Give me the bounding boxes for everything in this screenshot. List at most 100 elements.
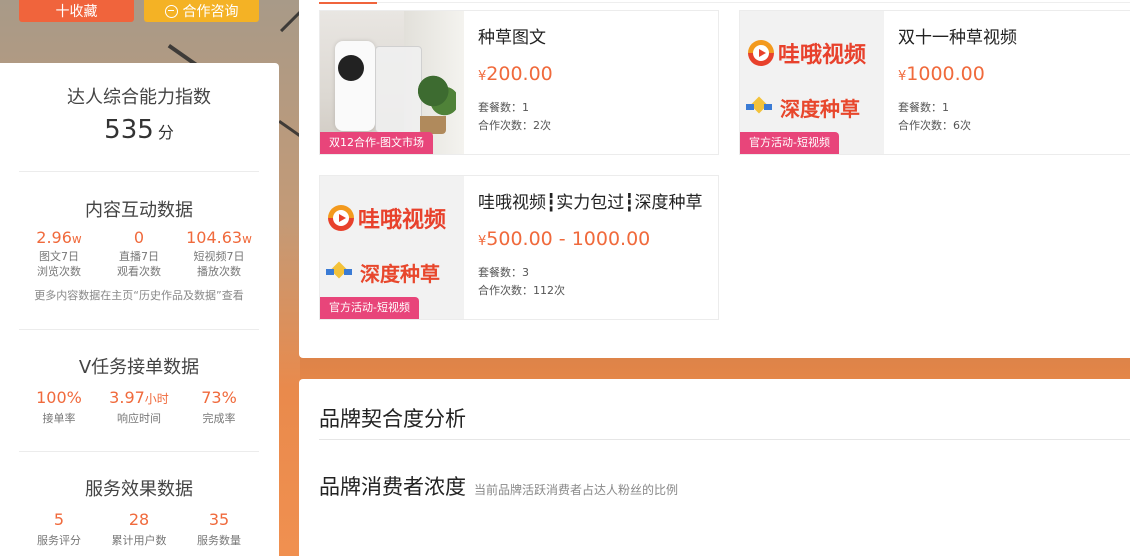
stat-response-time: 3.97小时 响应时间 [99, 388, 179, 426]
package-image: 哇哦视频 深度种草 官方活动-短视频 [740, 11, 884, 154]
stat-label: 图文7日 [39, 250, 79, 263]
package-card[interactable]: 哇哦视频 深度种草 官方活动-短视频 双十一种草视频 ¥1000.00 套餐数：… [739, 10, 1130, 155]
chat-icon [164, 4, 178, 18]
package-name[interactable]: 哇哦视频┇实力包过┇深度种草 [478, 188, 702, 213]
package-tag: 双12合作-图文市场 [320, 132, 433, 154]
stat-label: 累计用户数 [111, 534, 167, 547]
stat-unit: 小时 [144, 392, 169, 406]
stat-label: 短视频7日 [193, 250, 245, 263]
package-tag: 官方活动-短视频 [320, 297, 419, 319]
logo-text: 深度种草 [780, 97, 860, 121]
meta-value: 1 [522, 101, 529, 114]
influencer-stats-panel: 达人综合能力指数 535 分 内容互动数据 2.96w 图文7日 浏览次数 0 直… [0, 63, 279, 556]
wahe-video-logo: 哇哦视频 [328, 202, 446, 234]
consumer-density-heading: 品牌消费者浓度 当前品牌活跃消费者占达人粉丝的比例 [319, 471, 678, 501]
meta-label: 合作次数： [898, 119, 953, 132]
package-card[interactable]: 双12合作-图文市场 种草图文 ¥200.00 套餐数：1 合作次数：2次 [319, 10, 719, 155]
logo-text: 哇哦视频 [358, 208, 447, 233]
ability-score-value: 535 [104, 115, 154, 145]
consult-button-label: 合作咨询 [182, 4, 239, 20]
content-interaction-section: 内容互动数据 2.96w 图文7日 浏览次数 0 直播7日 观看次数 104.6… [19, 196, 259, 303]
tab-underline [319, 2, 1130, 3]
stat-label: 服务评分 [37, 534, 81, 547]
package-name[interactable]: 双十一种草视频 [898, 23, 1017, 48]
stat-value: 100% [36, 388, 82, 407]
divider [19, 451, 259, 452]
package-count: 套餐数：1 [898, 99, 949, 115]
consult-button[interactable]: 合作咨询 [144, 0, 259, 22]
shendu-zhongcao-logo: 深度种草 [746, 93, 860, 122]
meta-label: 套餐数： [478, 101, 522, 114]
wahe-video-logo: 哇哦视频 [748, 37, 866, 69]
stat-total-users: 28 累计用户数 [99, 510, 179, 548]
tab-active-indicator [319, 2, 377, 4]
package-count: 套餐数：3 [478, 264, 529, 280]
stat-unit: w [242, 232, 252, 246]
service-data-section: 服务效果数据 5 服务评分 28 累计用户数 35 服务数量 [19, 475, 259, 548]
stat-completion-rate: 73% 完成率 [179, 388, 259, 426]
stat-value: 35 [208, 510, 230, 529]
stat-label: 浏览次数 [37, 265, 81, 278]
stat-value: 73% [201, 388, 237, 407]
package-price: ¥200.00 [478, 63, 553, 85]
play-icon [328, 205, 354, 231]
service-data-title: 服务效果数据 [85, 479, 193, 500]
meta-value: 6次 [953, 119, 971, 132]
package-image: 哇哦视频 深度种草 官方活动-短视频 [320, 176, 464, 319]
stat-service-score: 5 服务评分 [19, 510, 99, 548]
stat-video-plays: 104.63w 短视频7日 播放次数 [179, 228, 259, 279]
stat-service-count: 35 服务数量 [179, 510, 259, 548]
ability-score-unit: 分 [157, 123, 174, 142]
stat-live-views: 0 直播7日 观看次数 [99, 228, 179, 279]
collect-button[interactable]: 十收藏 [19, 0, 134, 22]
stat-unit: w [71, 232, 82, 246]
package-coop-count: 合作次数：2次 [478, 117, 551, 133]
package-name[interactable]: 种草图文 [478, 23, 546, 48]
meta-value: 112次 [533, 284, 565, 297]
consumer-density-note: 当前品牌活跃消费者占达人粉丝的比例 [474, 483, 679, 497]
ability-section: 达人综合能力指数 535 分 [19, 83, 259, 145]
stat-image-text-views: 2.96w 图文7日 浏览次数 [19, 228, 99, 279]
divider [19, 329, 259, 330]
price-value: 500.00 - 1000.00 [486, 228, 651, 250]
diamond-icon [746, 101, 772, 115]
price-value: 200.00 [486, 63, 553, 85]
meta-value: 3 [522, 266, 529, 279]
logo-text: 深度种草 [360, 262, 440, 286]
stat-label: 接单率 [42, 412, 76, 425]
stat-label: 直播7日 [119, 250, 159, 263]
package-price: ¥500.00 - 1000.00 [478, 228, 650, 250]
brand-fit-card: 品牌契合度分析 品牌消费者浓度 当前品牌活跃消费者占达人粉丝的比例 [299, 379, 1130, 556]
divider [319, 439, 1130, 440]
stat-accept-rate: 100% 接单率 [19, 388, 99, 426]
stat-label: 响应时间 [117, 412, 161, 425]
stat-label: 完成率 [202, 412, 236, 425]
meta-value: 1 [942, 101, 949, 114]
package-image: 双12合作-图文市场 [320, 11, 464, 154]
shendu-zhongcao-logo: 深度种草 [326, 258, 440, 287]
stat-value: 5 [53, 510, 65, 529]
package-tag: 官方活动-短视频 [740, 132, 839, 154]
package-coop-count: 合作次数：6次 [898, 117, 971, 133]
stat-value: 0 [133, 228, 145, 247]
diamond-icon [326, 266, 352, 280]
package-count: 套餐数：1 [478, 99, 529, 115]
stat-label: 播放次数 [197, 265, 241, 278]
task-data-section: V任务接单数据 100% 接单率 3.97小时 响应时间 73% 完成率 [19, 353, 259, 426]
price-value: 1000.00 [906, 63, 985, 85]
package-card[interactable]: 哇哦视频 深度种草 官方活动-短视频 哇哦视频┇实力包过┇深度种草 ¥500.0… [319, 175, 719, 320]
stat-value: 104.63 [186, 228, 243, 247]
meta-label: 合作次数： [478, 284, 533, 297]
stat-label: 观看次数 [117, 265, 161, 278]
consumer-density-title: 品牌消费者浓度 [319, 475, 466, 499]
task-data-title: V任务接单数据 [78, 357, 200, 378]
content-interaction-title: 内容互动数据 [85, 200, 193, 221]
meta-label: 套餐数： [478, 266, 522, 279]
divider [19, 171, 259, 172]
meta-label: 套餐数： [898, 101, 942, 114]
stat-value: 3.97 [109, 388, 145, 407]
stat-label: 服务数量 [197, 534, 241, 547]
stat-value: 2.96 [36, 228, 72, 247]
ability-title: 达人综合能力指数 [67, 87, 211, 108]
package-price: ¥1000.00 [898, 63, 985, 85]
